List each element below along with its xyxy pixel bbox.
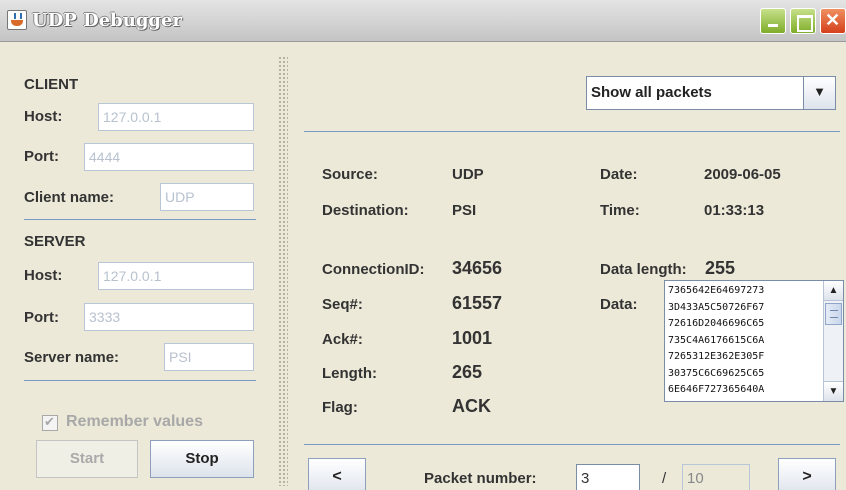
connection-panel: CLIENT Host: 127.0.0.1 Port: 4444 Client… <box>14 56 272 482</box>
flag-value: ACK <box>452 396 491 416</box>
data-line: 3D433A5C50726F67 <box>668 301 765 313</box>
data-label: Data: <box>600 296 638 313</box>
packet-data-textarea[interactable]: 7365642E64697273 3D433A5C50726F67 72616D… <box>664 280 844 402</box>
close-button[interactable] <box>820 8 846 34</box>
date-value: 2009-06-05 <box>704 166 781 183</box>
main-frame: CLIENT Host: 127.0.0.1 Port: 4444 Client… <box>0 42 846 490</box>
data-line: 7265312E362E305F <box>668 351 765 362</box>
data-length-value: 255 <box>705 258 736 278</box>
seq-value: 61557 <box>452 293 503 313</box>
section-divider <box>24 380 256 381</box>
chevron-down-icon[interactable]: ▼ <box>803 77 835 109</box>
client-port-label: Port: <box>24 148 59 165</box>
packet-filter-dropdown[interactable]: Show all packets ▼ <box>586 76 836 110</box>
window-title: UDP Debugger <box>32 10 182 31</box>
flag-label: Flag: <box>322 399 358 416</box>
packet-filter-value: Show all packets <box>591 84 712 101</box>
data-line: 6E646F727365640A <box>668 384 765 395</box>
client-name-label: Client name: <box>24 189 115 206</box>
packet-number-label: Packet number: <box>424 470 537 487</box>
packet-panel: Show all packets ▼ Source: UDP Date: 200… <box>290 56 846 490</box>
scroll-up-icon[interactable]: ▲ <box>824 281 843 301</box>
client-host-label: Host: <box>24 108 63 125</box>
packet-data-content: 7365642E64697273 3D433A5C50726F67 72616D… <box>668 283 816 399</box>
section-divider <box>24 219 256 220</box>
ack-label: Ack#: <box>322 331 363 348</box>
title-bar: UDP Debugger <box>0 0 846 42</box>
maximize-button[interactable] <box>790 8 816 34</box>
server-host-field[interactable]: 127.0.0.1 <box>98 262 254 290</box>
header-divider <box>304 131 840 132</box>
footer-divider <box>304 444 840 445</box>
server-section-title: SERVER <box>24 233 86 250</box>
data-line: 735C4A6176615C6A <box>668 334 765 346</box>
client-port-field[interactable]: 4444 <box>84 143 254 171</box>
server-port-field[interactable]: 3333 <box>84 303 254 331</box>
source-value: UDP <box>452 166 484 183</box>
client-host-field[interactable]: 127.0.0.1 <box>98 103 254 131</box>
ack-value: 1001 <box>452 328 493 348</box>
source-label: Source: <box>322 166 378 183</box>
packet-number-separator: / <box>662 470 667 487</box>
data-line: 30375C6C69625C65 <box>668 367 765 379</box>
client-name-field[interactable]: UDP <box>160 183 254 211</box>
seq-label: Seq#: <box>322 296 363 313</box>
date-label: Date: <box>600 166 638 183</box>
server-name-field[interactable]: PSI <box>164 343 254 371</box>
packet-total-field: 10 <box>682 464 750 490</box>
java-app-icon <box>7 10 27 30</box>
start-button[interactable]: Start <box>36 440 138 478</box>
destination-label: Destination: <box>322 202 409 219</box>
data-length-label: Data length: <box>600 261 687 278</box>
client-section-title: CLIENT <box>24 76 79 93</box>
server-port-label: Port: <box>24 309 59 326</box>
data-line: 72616D2046696C65 <box>668 318 765 329</box>
minimize-button[interactable] <box>760 8 786 34</box>
length-label: Length: <box>322 365 377 382</box>
packet-number-input[interactable]: 3 <box>576 464 640 490</box>
previous-packet-button[interactable]: < <box>308 458 366 490</box>
destination-value: PSI <box>452 202 477 219</box>
data-scrollbar[interactable]: ▲ ▼ <box>823 281 843 401</box>
connection-id-value: 34656 <box>452 258 503 278</box>
scroll-thumb[interactable] <box>825 303 842 325</box>
scroll-down-icon[interactable]: ▼ <box>824 381 843 401</box>
next-packet-button[interactable]: > <box>778 458 836 490</box>
time-value: 01:33:13 <box>704 202 765 219</box>
connection-id-label: ConnectionID: <box>322 261 425 278</box>
server-name-label: Server name: <box>24 349 120 366</box>
time-label: Time: <box>600 202 640 219</box>
remember-values-checkbox[interactable] <box>42 414 58 431</box>
length-value: 265 <box>452 362 483 382</box>
server-host-label: Host: <box>24 267 63 284</box>
data-line: 7365642E64697273 <box>668 285 765 296</box>
remember-values-label: Remember values <box>66 413 203 430</box>
split-pane-divider[interactable] <box>278 56 288 486</box>
stop-button[interactable]: Stop <box>150 440 254 478</box>
